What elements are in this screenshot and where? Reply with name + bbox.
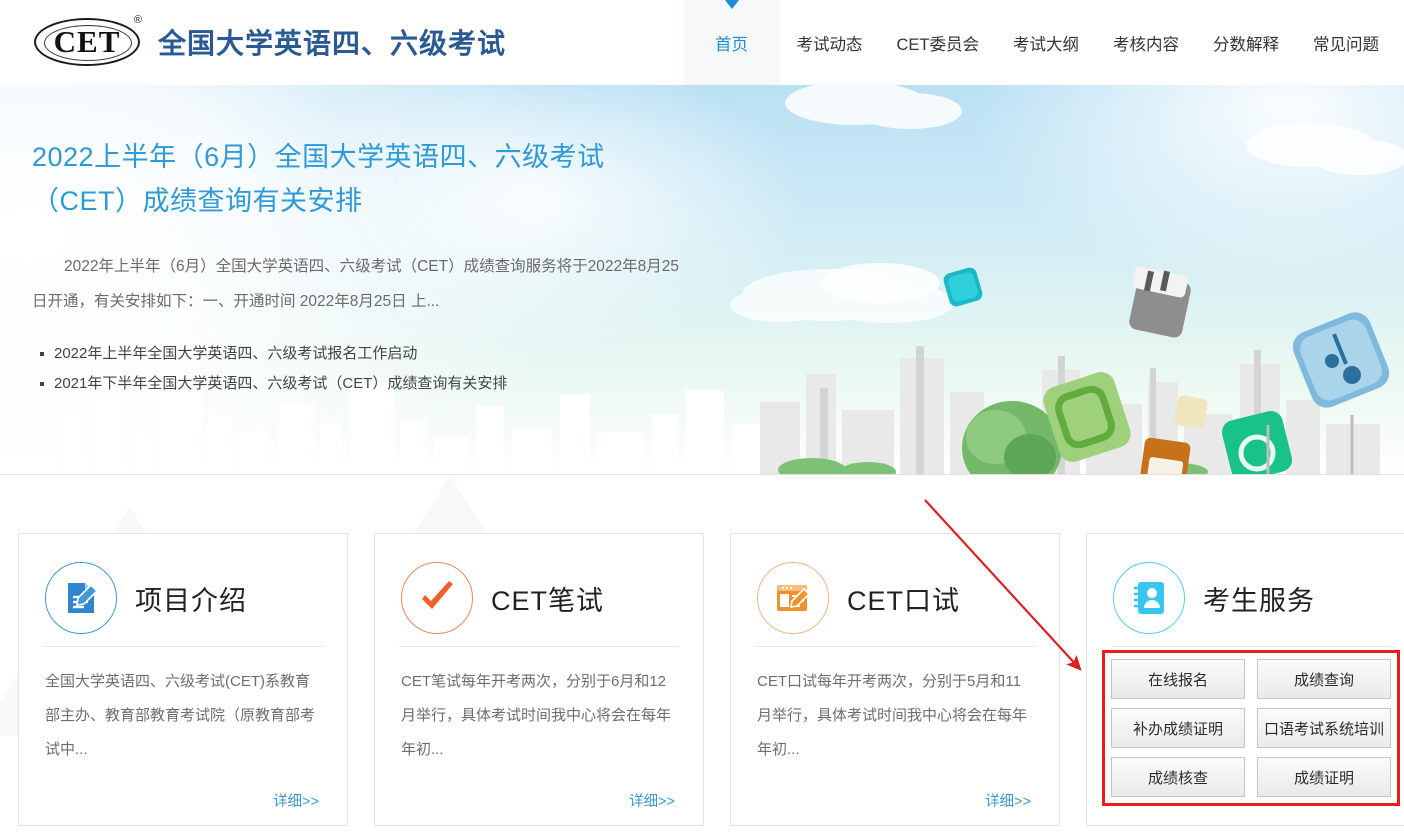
cet-logo-ellipse: CET [34,18,140,66]
card-title: 考生服务 [1203,579,1315,618]
card-body-text: CET口试每年开考两次，分别于5月和11月举行，具体考试时间我中心将会在每年年初… [753,665,1037,790]
card-cet-written-exam[interactable]: CET笔试 CET笔试每年开考两次，分别于6月和12月举行，具体考试时间我中心将… [374,533,704,826]
banner-news-list: 2022年上半年全国大学英语四、六级考试报名工作启动 2021年下半年全国大学英… [32,339,700,399]
feature-cards: 项目介绍 全国大学英语四、六级考试(CET)系教育部主办、教育部教育考试院（原教… [18,533,1404,826]
floating-cube-emerald [1219,408,1294,475]
banner-title-line-2: （CET）成绩查询有关安排 [32,179,700,223]
banner-title[interactable]: 2022上半年（6月）全国大学英语四、六级考试 （CET）成绩查询有关安排 [32,135,700,223]
nav-item-assessment-content[interactable]: 考核内容 [1096,0,1196,85]
site-title: 全国大学英语四、六级考试 [158,22,506,62]
exam-paper-pen-icon [757,562,829,634]
nav-item-faq[interactable]: 常见问题 [1296,0,1396,85]
site-header: CET ® 全国大学英语四、六级考试 首页 考试动态 CET委员会 考试大纲 考… [0,0,1404,85]
hero-banner: 2022上半年（6月）全国大学英语四、六级考试 （CET）成绩查询有关安排 20… [0,85,1404,475]
check-mark-icon [401,562,473,634]
main-navigation: 首页 考试动态 CET委员会 考试大纲 考核内容 分数解释 常见问题 [684,0,1397,85]
card-header: 项目介绍 [41,550,325,646]
banner-news-item[interactable]: 2021年下半年全国大学英语四、六级考试（CET）成绩查询有关安排 [32,369,700,399]
card-detail-link[interactable]: 详细>> [753,790,1037,825]
service-button-score-certificate[interactable]: 成绩证明 [1257,757,1391,797]
card-header: CET笔试 [397,550,681,646]
card-project-intro[interactable]: 项目介绍 全国大学英语四、六级考试(CET)系教育部主办、教育部教育考试院（原教… [18,533,348,826]
registered-trademark-icon: ® [134,15,142,26]
page-root: CET ® 全国大学英语四、六级考试 首页 考试动态 CET委员会 考试大纲 考… [0,0,1404,835]
nav-item-score-explanation[interactable]: 分数解释 [1196,0,1296,85]
service-button-score-verification[interactable]: 成绩核查 [1111,757,1245,797]
address-book-icon [1113,562,1185,634]
card-body-text: CET笔试每年开考两次，分别于6月和12月举行，具体考试时间我中心将会在每年年初… [397,665,681,790]
nav-item-syllabus[interactable]: 考试大纲 [996,0,1096,85]
card-title: 项目介绍 [135,579,247,618]
nav-item-cet-committee[interactable]: CET委员会 [880,0,997,85]
service-button-oral-exam-system-training[interactable]: 口语考试系统培训 [1257,708,1391,748]
card-candidate-services[interactable]: 考生服务 在线报名 成绩查询 补办成绩证明 口语考试系统培训 成绩核查 成绩证明 [1086,533,1404,826]
floating-cube-gray [1128,266,1192,339]
document-pen-icon [45,562,117,634]
card-body-text: 全国大学英语四、六级考试(CET)系教育部主办、教育部教育考试院（原教育部考试中… [41,665,325,790]
floating-cube-orange [1139,437,1191,475]
cet-logo-mark: CET ® [30,14,144,70]
card-title: CET笔试 [491,579,604,618]
card-divider [43,646,323,647]
floating-cube-cream [1174,395,1209,430]
card-divider [755,646,1035,647]
service-button-online-registration[interactable]: 在线报名 [1111,659,1245,699]
card-header: 考生服务 [1109,550,1393,646]
floating-cube-blue [1288,308,1394,413]
card-title: CET口试 [847,579,960,618]
cet-logo-text: CET [54,26,121,57]
site-logo[interactable]: CET ® 全国大学英语四、六级考试 [30,14,506,70]
nav-item-home[interactable]: 首页 [684,0,780,85]
nav-item-exam-news[interactable]: 考试动态 [780,0,880,85]
banner-news-item[interactable]: 2022年上半年全国大学英语四、六级考试报名工作启动 [32,339,700,369]
card-header: CET口试 [753,550,1037,646]
banner-text-block: 2022上半年（6月）全国大学英语四、六级考试 （CET）成绩查询有关安排 20… [0,85,740,399]
service-button-score-query[interactable]: 成绩查询 [1257,659,1391,699]
banner-title-line-1: 2022上半年（6月）全国大学英语四、六级考试 [32,135,700,179]
card-detail-link[interactable]: 详细>> [397,790,681,825]
banner-description: 2022年上半年（6月）全国大学英语四、六级考试（CET）成绩查询服务将于202… [32,249,680,319]
card-divider [1111,646,1391,647]
card-detail-link[interactable]: 详细>> [41,790,325,825]
service-button-reissue-score-certificate[interactable]: 补办成绩证明 [1111,708,1245,748]
card-cet-oral-exam[interactable]: CET口试 CET口试每年开考两次，分别于5月和11月举行，具体考试时间我中心将… [730,533,1060,826]
service-button-grid: 在线报名 成绩查询 补办成绩证明 口语考试系统培训 成绩核查 成绩证明 [1111,659,1391,797]
feature-cards-section: 项目介绍 全国大学英语四、六级考试(CET)系教育部主办、教育部教育考试院（原教… [0,476,1404,835]
card-divider [399,646,679,647]
